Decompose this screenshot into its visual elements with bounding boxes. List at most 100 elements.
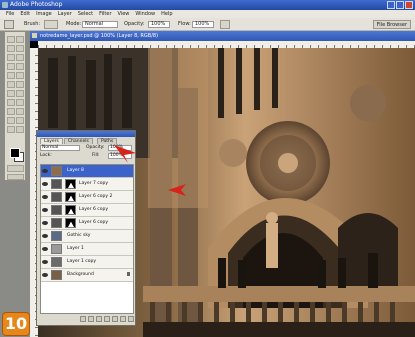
layer-mask-thumbnail xyxy=(65,205,76,215)
pen-tool-icon[interactable] xyxy=(7,108,15,115)
current-tool-icon[interactable] xyxy=(4,20,14,29)
visibility-eye-icon[interactable] xyxy=(42,272,48,278)
layer-list: Layer 8 Layer 7 copy Layer 6 copy 2 Laye… xyxy=(40,164,134,314)
document-title-bar: notredame_layer.psd @ 100% (Layer 8, RGB… xyxy=(30,31,415,41)
layer-row[interactable]: Layer 6 copy xyxy=(41,204,133,217)
layer-style-icon[interactable] xyxy=(88,316,94,322)
visibility-eye-icon[interactable] xyxy=(42,220,48,226)
dodge-tool-icon[interactable] xyxy=(16,90,24,97)
shape-tool-icon[interactable] xyxy=(16,108,24,115)
healing-brush-tool-icon[interactable] xyxy=(7,63,15,70)
delete-layer-icon[interactable] xyxy=(128,316,134,322)
minimize-icon[interactable] xyxy=(387,1,395,9)
menu-layer[interactable]: Layer xyxy=(58,10,72,18)
brush-picker[interactable] xyxy=(44,20,58,29)
marquee-tool-icon[interactable] xyxy=(7,36,15,43)
layer-row[interactable]: Layer 6 copy 2 xyxy=(41,191,133,204)
magic-wand-tool-icon[interactable] xyxy=(16,45,24,52)
layer-opacity-label: Opacity: xyxy=(86,145,105,150)
layer-thumbnail xyxy=(51,179,62,189)
tab-layers[interactable]: Layers xyxy=(40,138,63,144)
options-bar: Brush: Mode: Normal Opacity: 100% Flow: … xyxy=(0,18,415,31)
link-layers-icon[interactable] xyxy=(80,316,86,322)
layer-row[interactable]: Gothic sky xyxy=(41,230,133,243)
layer-row[interactable]: Layer 6 copy xyxy=(41,217,133,230)
layer-name: Layer 6 copy xyxy=(79,207,109,212)
layer-row[interactable]: Layer 1 xyxy=(41,243,133,256)
menu-file[interactable]: File xyxy=(6,10,14,18)
screen-mode-icon[interactable] xyxy=(7,174,24,180)
photoshop-app-icon xyxy=(2,2,8,8)
layer-row[interactable]: Layer 7 copy xyxy=(41,178,133,191)
visibility-eye-icon[interactable] xyxy=(42,233,48,239)
layer-thumbnail xyxy=(51,270,62,280)
eyedropper-tool-icon[interactable] xyxy=(16,117,24,124)
zoom-tool-icon[interactable] xyxy=(16,126,24,133)
slice-tool-icon[interactable] xyxy=(16,54,24,61)
layer-mask-thumbnail xyxy=(65,192,76,202)
visibility-eye-icon[interactable] xyxy=(42,168,48,174)
add-mask-icon[interactable] xyxy=(96,316,102,322)
tab-channels[interactable]: Channels xyxy=(64,138,93,144)
document-title: notredame_layer.psd @ 100% (Layer 8, RGB… xyxy=(40,33,159,39)
visibility-eye-icon[interactable] xyxy=(42,207,48,213)
menu-window[interactable]: Window xyxy=(135,10,155,18)
hand-tool-icon[interactable] xyxy=(7,126,15,133)
fill-label: Fill: xyxy=(92,153,100,158)
flow-field[interactable]: 100% xyxy=(192,21,214,28)
menu-bar: File Edit Image Layer Select Filter View… xyxy=(0,10,415,18)
gradient-tool-icon[interactable] xyxy=(16,81,24,88)
new-set-icon[interactable] xyxy=(104,316,110,322)
close-icon[interactable] xyxy=(405,1,413,9)
path-selection-tool-icon[interactable] xyxy=(7,99,15,106)
layer-thumbnail xyxy=(51,231,62,241)
crop-tool-icon[interactable] xyxy=(7,54,15,61)
menu-edit[interactable]: Edit xyxy=(20,10,30,18)
layer-name: Layer 7 copy xyxy=(79,181,109,186)
new-layer-icon[interactable] xyxy=(120,316,126,322)
toolbox xyxy=(4,31,26,181)
mode-select[interactable]: Normal xyxy=(82,21,118,28)
layer-name: Layer 1 copy xyxy=(67,259,97,264)
menu-filter[interactable]: Filter xyxy=(99,10,111,18)
lasso-tool-icon[interactable] xyxy=(7,45,15,52)
blend-mode-select[interactable]: Normal xyxy=(40,145,80,151)
layer-mask-thumbnail xyxy=(65,218,76,228)
layer-row[interactable]: Background xyxy=(41,269,133,282)
airbrush-toggle[interactable] xyxy=(220,20,230,29)
layer-name: Layer 8 xyxy=(67,168,84,173)
layer-thumbnail xyxy=(51,218,62,228)
layer-row[interactable]: Layer 1 copy xyxy=(41,256,133,269)
notes-tool-icon[interactable] xyxy=(7,117,15,124)
opacity-field[interactable]: 100% xyxy=(148,21,170,28)
visibility-eye-icon[interactable] xyxy=(42,246,48,252)
menu-view[interactable]: View xyxy=(118,10,130,18)
mode-label: Mode: xyxy=(66,21,82,27)
layer-row[interactable]: Layer 8 xyxy=(41,165,133,178)
visibility-eye-icon[interactable] xyxy=(42,181,48,187)
type-tool-icon[interactable] xyxy=(16,99,24,106)
visibility-eye-icon[interactable] xyxy=(42,259,48,265)
layer-thumbnail xyxy=(51,166,62,176)
layers-footer xyxy=(40,316,134,323)
quick-mask-mode-icon[interactable] xyxy=(7,165,24,172)
layers-palette-titlebar[interactable] xyxy=(37,131,135,137)
arrow-pointer-icon xyxy=(114,145,136,163)
adjustment-layer-icon[interactable] xyxy=(112,316,118,322)
menu-select[interactable]: Select xyxy=(78,10,93,18)
layer-name: Background xyxy=(67,272,94,277)
move-tool-icon[interactable] xyxy=(16,36,24,43)
foreground-color-swatch[interactable] xyxy=(10,148,20,158)
blur-tool-icon[interactable] xyxy=(7,90,15,97)
history-brush-tool-icon[interactable] xyxy=(16,72,24,79)
lock-label: Lock: xyxy=(40,153,52,158)
visibility-eye-icon[interactable] xyxy=(42,194,48,200)
menu-help[interactable]: Help xyxy=(161,10,172,18)
menu-image[interactable]: Image xyxy=(36,10,52,18)
brush-tool-icon[interactable] xyxy=(16,63,24,70)
photoshop-screenshot: Adobe Photoshop File Edit Image Layer Se… xyxy=(0,0,415,337)
eraser-tool-icon[interactable] xyxy=(7,81,15,88)
clone-stamp-tool-icon[interactable] xyxy=(7,72,15,79)
maximize-icon[interactable] xyxy=(396,1,404,9)
file-browser-button[interactable]: File Browser xyxy=(372,20,411,29)
